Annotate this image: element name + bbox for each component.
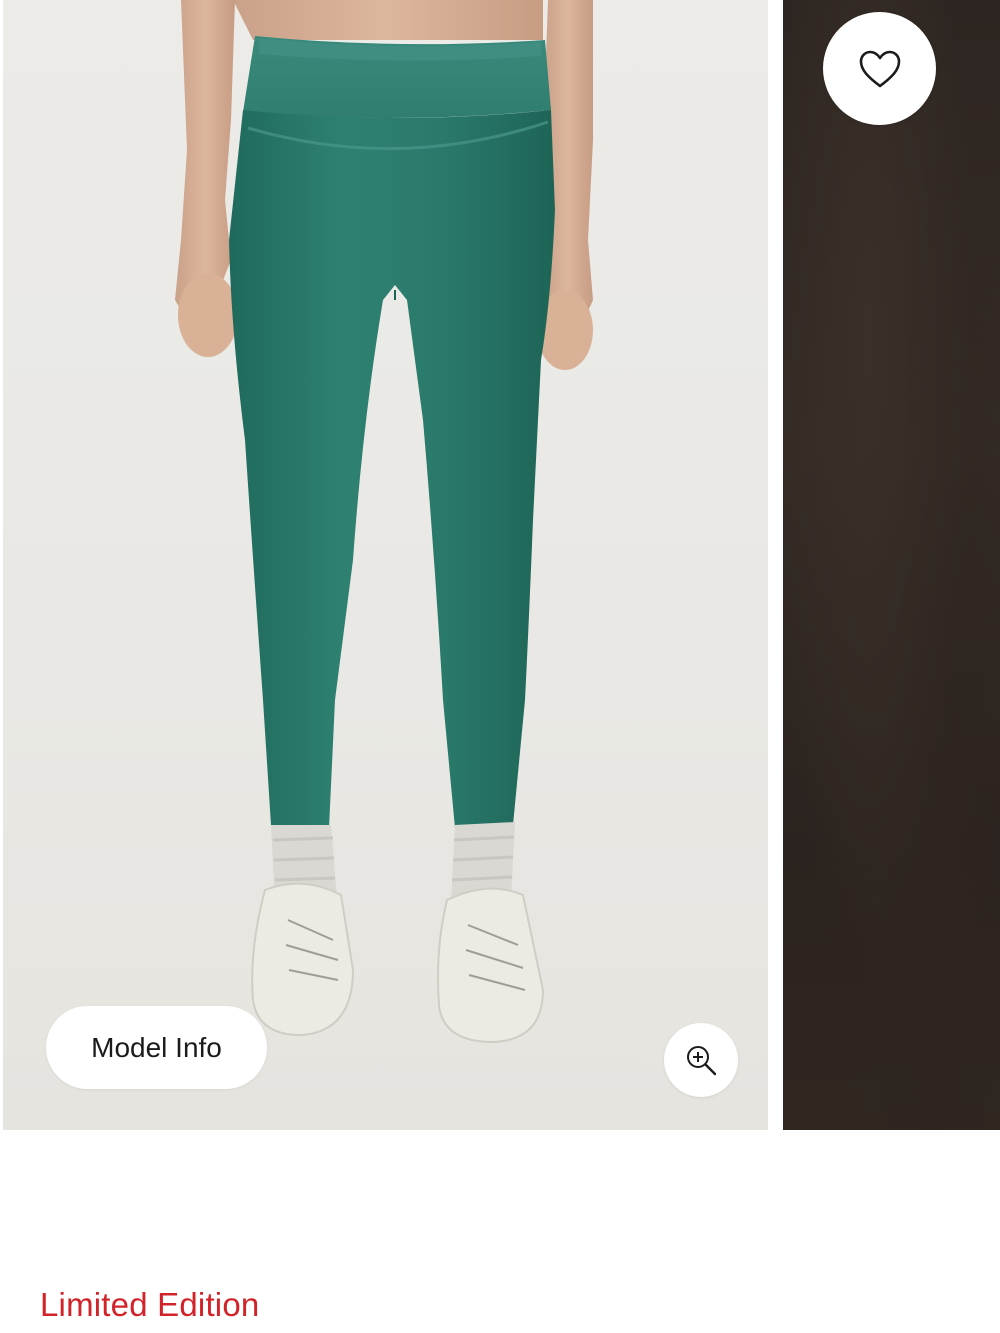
product-photo-illustration — [175, 0, 593, 1044]
heart-icon — [859, 50, 900, 87]
limited-edition-badge: Limited Edition — [40, 1286, 260, 1323]
wishlist-button[interactable] — [823, 12, 936, 125]
product-image-next[interactable] — [783, 0, 1000, 1130]
product-image-gallery[interactable]: Model Info — [0, 0, 1000, 1130]
zoom-in-icon — [687, 1046, 717, 1076]
model-info-button[interactable]: Model Info — [46, 1006, 267, 1089]
product-image-main[interactable]: Model Info — [3, 0, 768, 1130]
zoom-button[interactable] — [664, 1023, 738, 1097]
product-page: Model Info Limited Edition — [0, 0, 1000, 1333]
